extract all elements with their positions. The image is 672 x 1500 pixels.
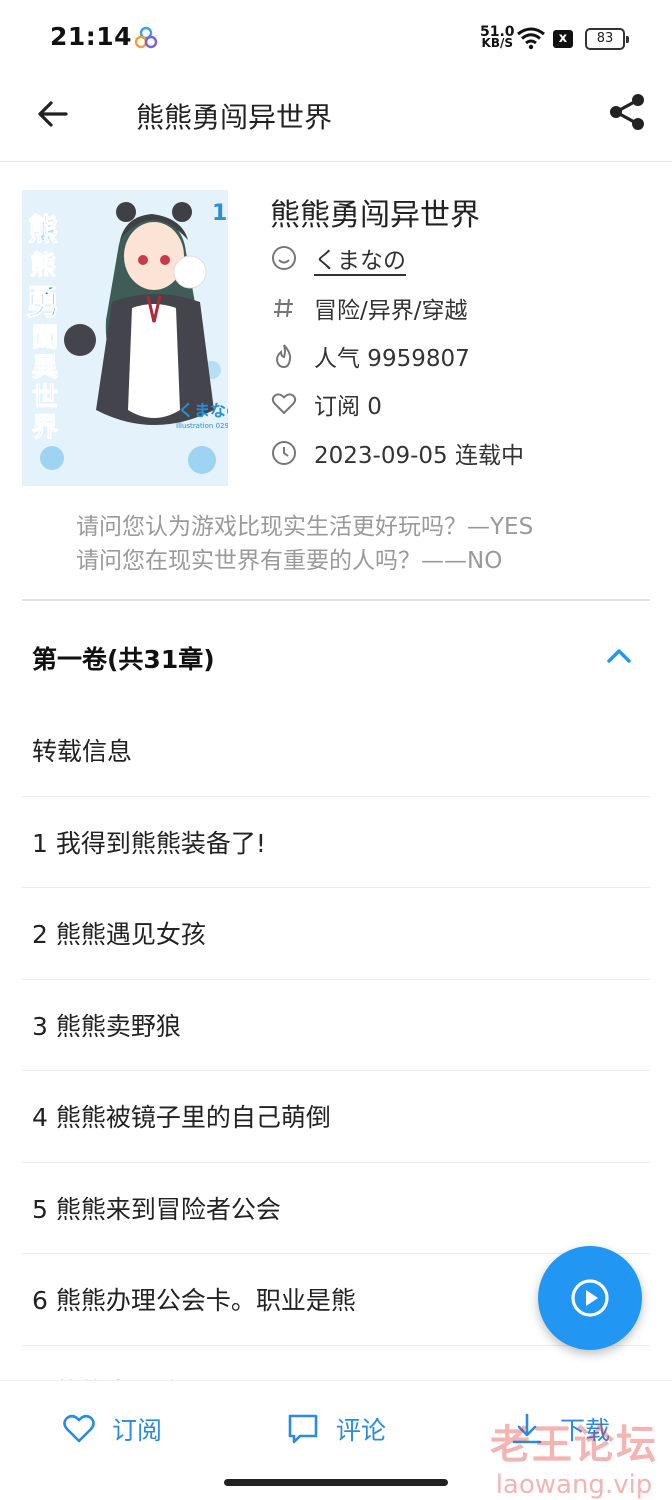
network-speed-unit: KB/S: [481, 36, 514, 50]
play-fab-button[interactable]: [538, 1246, 642, 1350]
watermark-title: 老王论坛: [490, 1421, 658, 1468]
flame-icon: [270, 342, 298, 370]
author-row[interactable]: くまなの: [270, 240, 406, 276]
app-notification-icon: [134, 26, 158, 49]
popularity-row: 人气 9959807: [270, 338, 470, 374]
chevron-up-icon[interactable]: [604, 642, 634, 668]
smile-icon: [270, 244, 298, 272]
cover-title-char-4: 闖: [32, 323, 58, 353]
author-link[interactable]: くまなの: [314, 241, 406, 275]
book-tags: 冒险/异界/穿越: [314, 298, 468, 324]
app-bar: 熊熊勇闯异世界: [0, 76, 672, 162]
status-bar: 21:14 51.0 KB/S x 83: [0, 0, 672, 76]
summary-line-2: 请问您在现实世界有重要的人吗？——NO: [76, 548, 503, 574]
chapter-item[interactable]: 4 熊熊被镜子里的自己萌倒: [22, 1071, 650, 1163]
watermark: 老王论坛 laowang.vip: [484, 1412, 664, 1500]
cover-volume-number: 1: [212, 201, 227, 226]
chapter-item[interactable]: 3 熊熊卖野狼: [22, 980, 650, 1071]
update-row: 2023-09-05 连载中: [270, 435, 524, 471]
subscription-count: 订阅 0: [314, 394, 382, 420]
summary-line-1: 请问您认为游戏比现实生活更好玩吗？—YES: [76, 514, 534, 540]
cover-title-char-5: 異: [32, 353, 58, 383]
update-status: 2023-09-05 连载中: [314, 443, 524, 469]
chapter-item[interactable]: 2 熊熊遇见女孩: [22, 888, 650, 980]
chapter-item[interactable]: 转载信息: [22, 705, 650, 797]
cover-title-char-7: 界: [32, 413, 58, 443]
cover-title-char-1: 熊: [28, 213, 58, 248]
play-circle-icon: [571, 1279, 609, 1317]
wifi-icon: [517, 27, 545, 50]
hash-icon: [270, 294, 298, 322]
chapter-item[interactable]: 1 我得到熊熊装备了!: [22, 797, 650, 888]
book-summary: 请问您认为游戏比现实生活更好玩吗？—YES 请问您在现实世界有重要的人吗？——N…: [76, 510, 636, 578]
book-cover-image[interactable]: 熊 熊 勇 闖 異 世 界 1 くまなの Illustration 029: [22, 190, 228, 486]
volume-header[interactable]: 第一卷(共31章): [0, 610, 672, 700]
chapter-item[interactable]: 5 熊熊来到冒险者公会: [22, 1163, 650, 1254]
clock-icon: [270, 439, 298, 467]
battery-icon: 83: [585, 28, 629, 50]
page-title: 熊熊勇闯异世界: [136, 101, 333, 134]
comment-label: 评论: [336, 1416, 387, 1445]
status-time: 21:14: [50, 22, 133, 51]
cover-title-char-6: 世: [32, 383, 58, 413]
cover-title-char-2: 熊: [30, 250, 56, 281]
subscriptions-row: 订阅 0: [270, 386, 382, 422]
back-arrow-icon[interactable]: [34, 95, 72, 133]
watermark-url: laowang.vip: [495, 1470, 653, 1500]
cover-title-char-3: 勇: [26, 283, 60, 323]
tags-row: 冒险/异界/穿越: [270, 290, 468, 326]
comment-icon: [288, 1414, 318, 1444]
book-title: 熊熊勇闯异世界: [270, 198, 480, 233]
heart-icon: [63, 1414, 95, 1443]
subscribe-label: 订阅: [112, 1416, 163, 1445]
section-divider: [22, 599, 650, 601]
network-speed: 51.0 KB/S: [480, 25, 515, 50]
cover-author: くまなの: [178, 401, 228, 420]
popularity-count: 人气 9959807: [314, 346, 470, 372]
comment-button[interactable]: 评论: [286, 1409, 386, 1449]
share-icon[interactable]: [606, 91, 648, 133]
subscribe-button[interactable]: 订阅: [62, 1409, 162, 1449]
notification-x-icon: x: [553, 30, 573, 48]
cover-illustrator: Illustration 029: [176, 422, 228, 430]
volume-title: 第一卷(共31章): [32, 645, 215, 674]
heart-outline-icon: [270, 390, 298, 418]
home-indicator[interactable]: [224, 1479, 448, 1486]
